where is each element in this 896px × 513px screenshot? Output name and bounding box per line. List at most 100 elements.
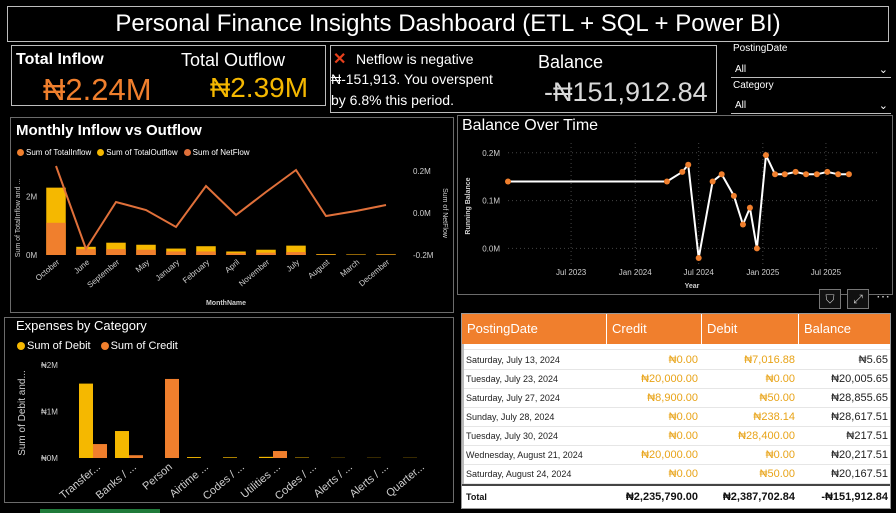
x-tick-label: Jan 2024 <box>619 268 652 277</box>
table-cell-balance: ₦217.51 <box>846 430 888 442</box>
table-cell-debit: ₦28,400.00 <box>738 430 795 442</box>
table-cell-debit: ₦0.00 <box>765 373 795 385</box>
column-header-balance[interactable]: Balance <box>799 314 890 344</box>
chevron-down-icon: ⌄ <box>878 64 888 76</box>
bar-debit <box>223 457 237 458</box>
bar-inflow <box>166 251 186 255</box>
x-tick-label: Jan 2025 <box>746 268 779 277</box>
table-cell-credit: ₦0.00 <box>668 354 698 366</box>
table-cell-date: Wednesday, August 21, 2024 <box>466 450 583 460</box>
balance-point <box>813 171 820 178</box>
total-label: Total <box>466 492 487 502</box>
table-cell-balance: ₦20,005.65 <box>831 373 888 385</box>
x-tick-label: August <box>306 257 331 280</box>
category-dropdown[interactable]: All ⌄ <box>731 98 891 114</box>
balance-point <box>505 178 511 185</box>
posting-date-slicer-label: PostingDate <box>733 43 788 54</box>
table-cell-credit: ₦0.00 <box>668 430 698 442</box>
x-tick-label: April <box>223 258 241 275</box>
x-tick-label: Alerts / ... <box>348 461 391 500</box>
netflow-message-line1: Netflow is negative <box>356 51 474 67</box>
column-header-debit[interactable]: Debit <box>702 314 799 344</box>
x-tick-label: Banks / ... <box>94 461 139 502</box>
x-tick-label: May <box>134 258 151 275</box>
filter-icon[interactable]: ⛉ <box>819 289 841 309</box>
column-header-credit[interactable]: Credit <box>607 314 702 344</box>
kpi-netflow-balance-card: ✕ Netflow is negative ₦-151,913. You ove… <box>330 45 717 113</box>
netflow-message-line3: by 6.8% this period. <box>331 92 454 108</box>
expenses-chart-plot: ₦2M₦1M₦0MSum of Debit and...Transfer...B… <box>17 361 427 503</box>
x-tick-label: March <box>338 258 361 279</box>
table-row[interactable]: Tuesday, July 23, 2024 ₦20,000.00 ₦0.00 ₦20… <box>462 370 890 389</box>
y-tick-label: 0.0M <box>482 244 500 253</box>
table-cell-balance: ₦20,167.51 <box>831 468 888 480</box>
netflow-line <box>55 165 387 252</box>
table-cell-date: Saturday, July 27, 2024 <box>466 393 560 403</box>
y2-tick-label: 0.2M <box>413 167 431 176</box>
table-cell-debit: ₦0.00 <box>765 449 795 461</box>
bar-inflow <box>196 251 216 255</box>
table-cell-balance: ₦28,855.65 <box>831 392 888 404</box>
table-cell-date: Saturday, July 13, 2024 <box>466 355 560 365</box>
total-inflow-value: ₦2.24M <box>43 72 152 107</box>
focus-mode-icon[interactable]: ⤢ <box>847 289 869 309</box>
table-row[interactable]: Tuesday, July 30, 2024 ₦0.00 ₦28,400.00 ₦21… <box>462 427 890 446</box>
y-tick-label: ₦2M <box>41 361 58 370</box>
table-row[interactable]: Saturday, July 13, 2024 ₦0.00 ₦7,016.88 ₦5.… <box>462 351 890 370</box>
balance-point <box>781 171 788 178</box>
column-header-postingdate[interactable]: PostingDate <box>462 314 607 344</box>
table-row-partial <box>462 344 890 350</box>
x-tick-label: October <box>34 257 62 282</box>
balance-over-time-chart[interactable]: Balance Over Time 0.2M 0.1M 0.0M Jul 2023 Ja… <box>457 115 893 295</box>
warning-x-icon: ✕ <box>333 51 347 68</box>
posting-date-dropdown[interactable]: All ⌄ <box>731 62 891 78</box>
balance-point <box>772 171 779 178</box>
table-row[interactable]: Sunday, July 28, 2024 ₦0.00 ₦238.14 ₦28,617… <box>462 408 890 427</box>
balance-point <box>695 255 702 261</box>
bar-debit <box>187 457 201 458</box>
x-tick-label: Quarter... <box>384 461 427 500</box>
table-cell-debit: ₦50.00 <box>759 392 795 404</box>
balance-point <box>792 168 799 175</box>
x-tick-label: July <box>285 258 302 274</box>
total-credit: ₦2,235,790.00 <box>625 491 698 503</box>
bar-inflow <box>46 222 66 255</box>
chevron-down-icon: ⌄ <box>878 100 888 112</box>
table-row[interactable]: Saturday, August 24, 2024 ₦0.00 ₦50.00 ₦20,… <box>462 465 890 484</box>
monthly-inflow-outflow-chart[interactable]: Monthly Inflow vs Outflow Sum of TotalIn… <box>10 117 454 313</box>
x-tick-label: December <box>357 257 391 288</box>
balance-point <box>835 171 842 178</box>
balance-chart-plot: 0.2M 0.1M 0.0M Jul 2023 Jan 2024 Jul 2024 Jan … <box>465 143 878 290</box>
x-tick-label: November <box>237 257 271 288</box>
table-scrollbar[interactable] <box>462 344 464 484</box>
dashboard-title-bar: Personal Finance Insights Dashboard (ETL… <box>7 6 889 42</box>
table-cell-credit: ₦20,000.00 <box>641 449 698 461</box>
y-axis-title: Running Balance <box>465 177 472 234</box>
expenses-by-category-chart[interactable]: Expenses by Category Sum of Debit Sum of… <box>4 317 454 503</box>
x-tick-label: Jul 2024 <box>684 268 715 277</box>
y-axis-title: Sum of Debit and... <box>17 370 28 456</box>
balance-point <box>803 171 810 178</box>
bar-inflow <box>286 252 306 255</box>
transactions-table[interactable]: PostingDate Credit Debit Balance Saturda… <box>461 313 891 509</box>
more-options-icon[interactable]: ⋯ <box>876 288 890 305</box>
x-tick-label: September <box>86 257 122 289</box>
bar-credit <box>93 444 107 458</box>
total-debit: ₦2,387,702.84 <box>722 491 795 503</box>
table-cell-date: Tuesday, July 30, 2024 <box>466 431 559 441</box>
x-tick-label: Jul 2025 <box>811 268 842 277</box>
balance-label: Balance <box>538 52 604 72</box>
table-cell-credit: ₦20,000.00 <box>641 373 698 385</box>
table-cell-date: Sunday, July 28, 2024 <box>466 412 555 422</box>
balance-point <box>685 161 692 168</box>
bar-credit <box>165 378 179 458</box>
y-tick-label: 2M <box>26 192 37 201</box>
table-cell-balance: ₦20,217.51 <box>831 449 888 461</box>
table-row[interactable]: Wednesday, August 21, 2024 ₦20,000.00 ₦0.0… <box>462 446 890 465</box>
balance-point <box>739 221 746 228</box>
table-row[interactable]: Saturday, July 27, 2024 ₦8,900.00 ₦50.00 ₦2… <box>462 389 890 408</box>
monthly-chart-plot: 2M 0M 0.2M 0.0M -0.2M Sum of TotalInflow and … <box>15 165 448 307</box>
table-total-row: Total ₦2,235,790.00 ₦2,387,702.84 -₦151,… <box>462 484 890 508</box>
table-header: PostingDate Credit Debit Balance <box>462 314 890 344</box>
y-tick-label: ₦1M <box>41 408 58 417</box>
